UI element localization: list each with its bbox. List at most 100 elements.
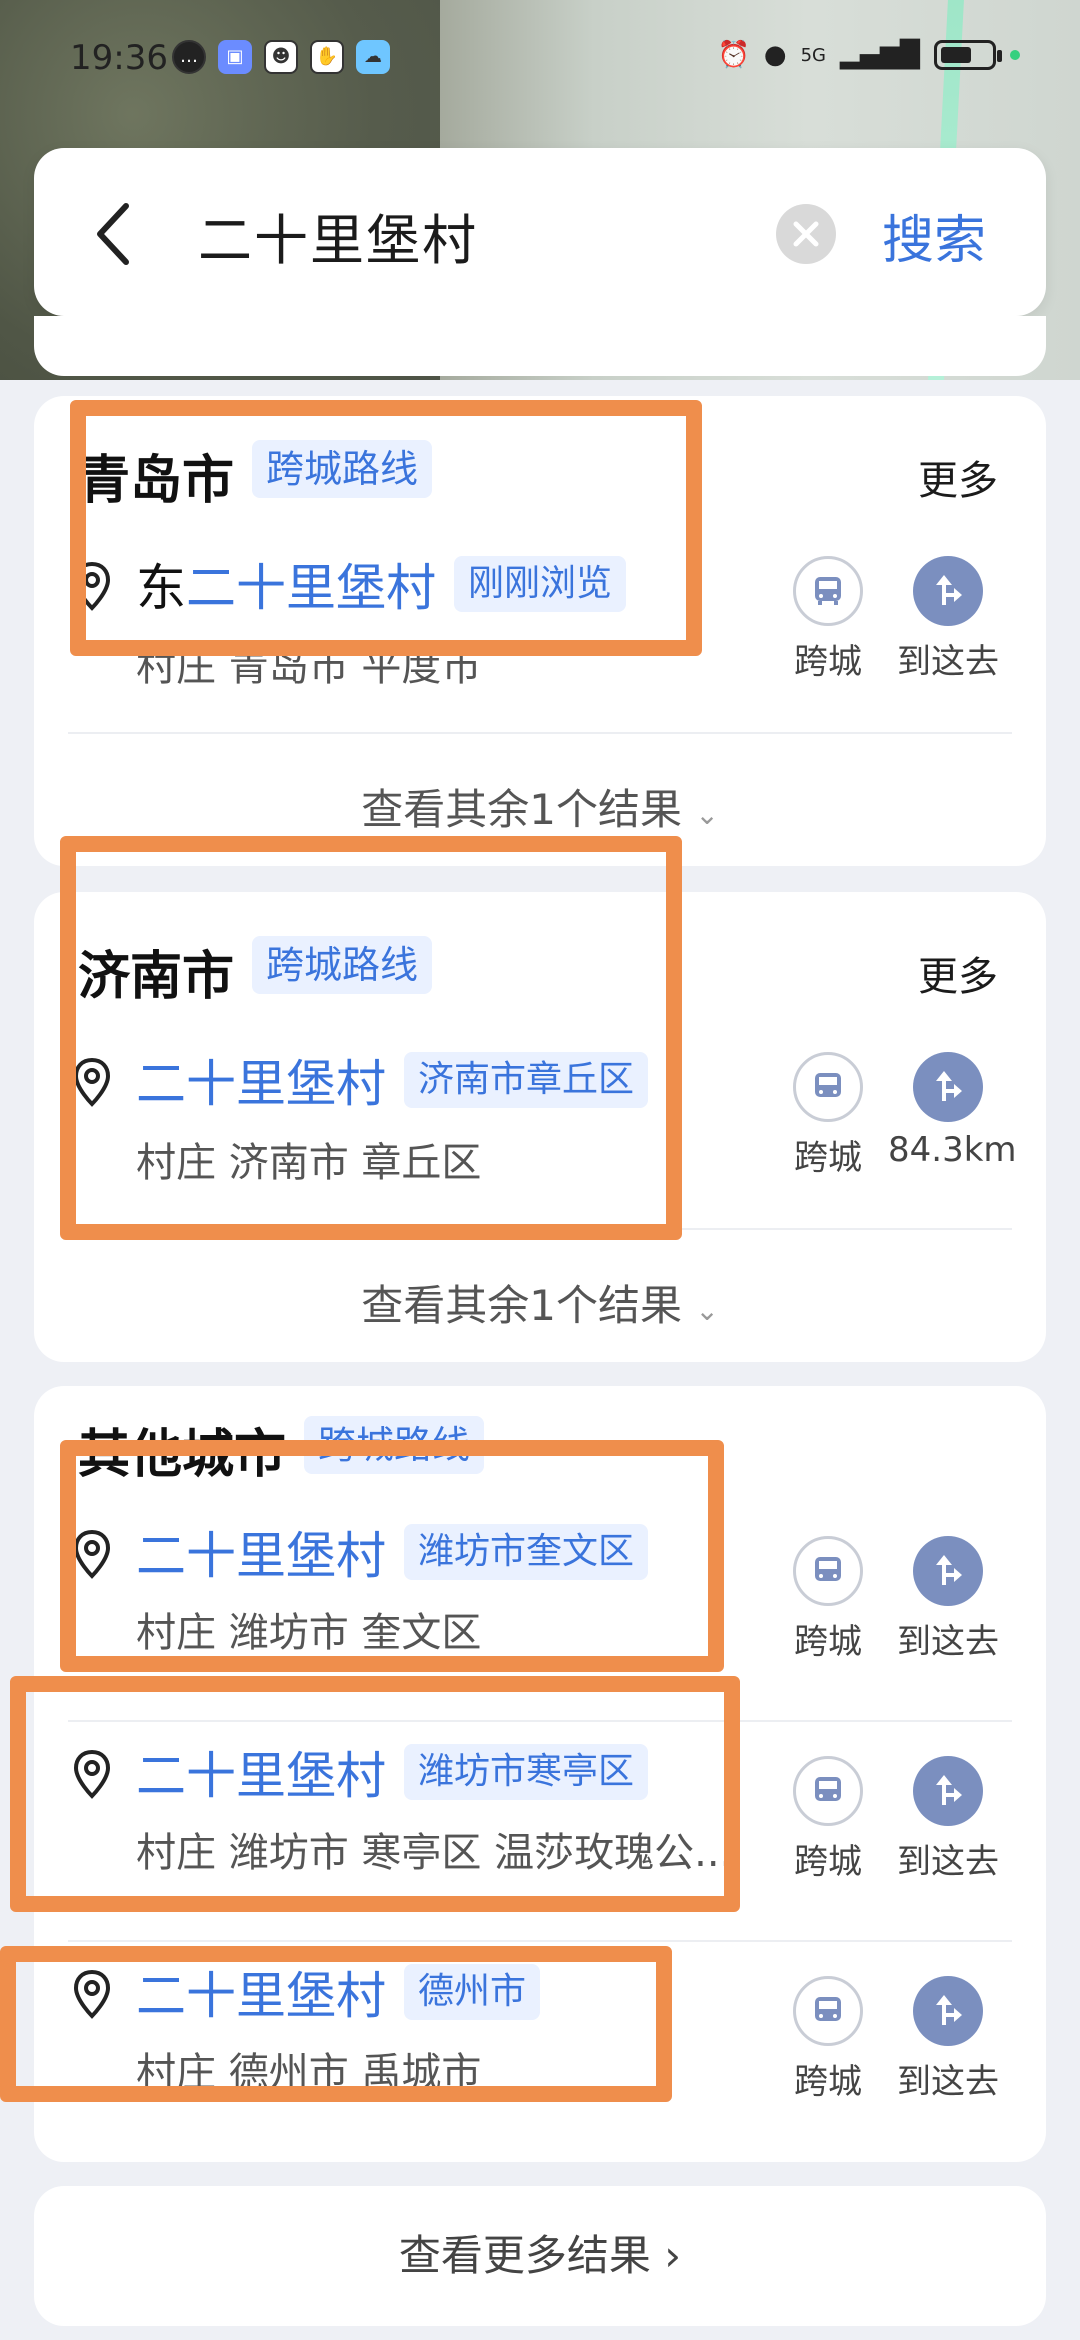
district-tag: 德州市 bbox=[404, 1964, 541, 2020]
location-pin-icon bbox=[73, 561, 111, 611]
expand-results-link[interactable]: 查看其余1个结果 ⌄ bbox=[34, 776, 1046, 837]
go-here-label: 到这去 bbox=[897, 642, 999, 682]
chevron-down-icon: ⌄ bbox=[695, 798, 719, 831]
title-main: 二十里堡村 bbox=[186, 559, 436, 617]
district-tag: 潍坊市奎文区 bbox=[404, 1524, 649, 1580]
more-link[interactable]: 更多 bbox=[918, 448, 998, 506]
group-header: 青岛市 跨城路线 更多 bbox=[34, 396, 1046, 516]
result-subtitle: 村庄 潍坊市 奎文区 bbox=[136, 1610, 482, 1656]
city-name: 青岛市 bbox=[78, 451, 235, 511]
back-arrow-icon[interactable] bbox=[80, 194, 150, 274]
message-icon: … bbox=[172, 40, 206, 74]
cross-city-label: 跨城 bbox=[794, 1138, 862, 1178]
close-icon bbox=[793, 221, 819, 247]
result-subtitle: 村庄 青岛市 平度市 bbox=[136, 644, 482, 690]
result-subtitle: 村庄 德州市 禹城市 bbox=[136, 2050, 482, 2096]
list-item[interactable]: 二十里堡村 德州市 村庄 德州市 禹城市 跨城 到这去 bbox=[34, 1922, 1046, 2142]
go-here-label: 到这去 bbox=[897, 1842, 999, 1882]
more-link[interactable]: 更多 bbox=[918, 944, 998, 1002]
result-title-row: 二十里堡村 潍坊市奎文区 bbox=[136, 1516, 649, 1588]
group-qingdao: 青岛市 跨城路线 更多 东二十里堡村 刚刚浏览 村庄 青岛市 平度市 跨城 到这… bbox=[34, 396, 1046, 866]
group-jinan: 济南市 跨城路线 更多 二十里堡村 济南市章丘区 村庄 济南市 章丘区 跨城 8… bbox=[34, 892, 1046, 1362]
city-name: 其他城市 bbox=[78, 1425, 287, 1485]
district-tag: 济南市章丘区 bbox=[404, 1052, 649, 1108]
district-tag: 潍坊市寒亭区 bbox=[404, 1744, 649, 1800]
bus-icon bbox=[793, 1536, 863, 1606]
weather-icon: ☁ bbox=[356, 40, 390, 74]
go-here-button[interactable]: 到这去 bbox=[888, 1976, 1008, 2103]
result-title-row: 二十里堡村 德州市 bbox=[136, 1956, 541, 2028]
cross-city-label: 跨城 bbox=[794, 642, 862, 682]
network-label: 5G bbox=[800, 44, 827, 66]
cross-city-button[interactable]: 跨城 bbox=[768, 1756, 888, 1883]
expand-results-link[interactable]: 查看其余1个结果 ⌄ bbox=[34, 1272, 1046, 1333]
more-results-button[interactable]: 查看更多结果 › bbox=[34, 2186, 1046, 2326]
cross-city-label: 跨城 bbox=[794, 1622, 862, 1662]
cross-city-button[interactable]: 跨城 bbox=[768, 1976, 888, 2103]
notification-icons: … ▣ ☻ ✋ ☁ bbox=[172, 40, 390, 74]
result-title: 二十里堡村 bbox=[136, 1055, 386, 1113]
search-input[interactable]: 二十里堡村 bbox=[198, 196, 478, 275]
clear-input-icon[interactable] bbox=[776, 204, 836, 264]
cross-city-button[interactable]: 跨城 bbox=[768, 1052, 888, 1179]
result-subtitle: 村庄 济南市 章丘区 bbox=[136, 1140, 482, 1186]
location-pin-icon bbox=[73, 1529, 111, 1579]
cross-city-route-tag[interactable]: 跨城路线 bbox=[252, 440, 433, 498]
map-search-results-screen: 19:36 … ▣ ☻ ✋ ☁ ⏰ ● 5G ▂▄▆█ 二十里堡村 搜索 青岛市… bbox=[0, 0, 1080, 2340]
list-item[interactable]: 东二十里堡村 刚刚浏览 村庄 青岛市 平度市 跨城 到这去 bbox=[34, 516, 1046, 736]
cross-city-button[interactable]: 跨城 bbox=[768, 556, 888, 683]
chevron-down-icon: ⌄ bbox=[695, 1294, 719, 1327]
status-time: 19:36 bbox=[70, 38, 168, 78]
go-here-button[interactable]: 到这去 bbox=[888, 556, 1008, 683]
go-here-button[interactable]: 到这去 bbox=[888, 1756, 1008, 1883]
distance-label: 84.3km bbox=[888, 1130, 1017, 1170]
result-title: 东二十里堡村 bbox=[136, 548, 436, 620]
search-button[interactable]: 搜索 bbox=[882, 198, 986, 273]
group-header: 济南市 跨城路线 更多 bbox=[34, 892, 1046, 1012]
result-title: 二十里堡村 bbox=[136, 1527, 386, 1585]
previous-card-edge bbox=[34, 316, 1046, 376]
store-icon: ▣ bbox=[218, 40, 252, 74]
battery-icon bbox=[934, 40, 1002, 70]
turn-arrow-icon bbox=[913, 1536, 983, 1606]
result-subtitle: 村庄 潍坊市 寒亭区 温莎玫瑰公... bbox=[136, 1830, 733, 1876]
bus-icon bbox=[793, 1976, 863, 2046]
list-item[interactable]: 二十里堡村 潍坊市奎文区 村庄 潍坊市 奎文区 跨城 到这去 bbox=[34, 1482, 1046, 1702]
divider bbox=[68, 732, 1012, 734]
app-icon: ☻ bbox=[264, 40, 298, 74]
go-here-label: 到这去 bbox=[897, 1622, 999, 1662]
result-title-row: 二十里堡村 济南市章丘区 bbox=[136, 1044, 649, 1116]
list-item[interactable]: 二十里堡村 济南市章丘区 村庄 济南市 章丘区 跨城 84.3km bbox=[34, 1012, 1046, 1232]
cross-city-route-tag[interactable]: 跨城路线 bbox=[304, 1416, 485, 1474]
location-pin-icon bbox=[73, 1749, 111, 1799]
result-title: 二十里堡村 bbox=[136, 1967, 386, 2025]
hand-icon: ✋ bbox=[310, 40, 344, 74]
expand-label: 查看其余1个结果 bbox=[361, 785, 682, 834]
bus-icon bbox=[793, 556, 863, 626]
cross-city-label: 跨城 bbox=[794, 2062, 862, 2102]
list-item[interactable]: 二十里堡村 潍坊市寒亭区 村庄 潍坊市 寒亭区 温莎玫瑰公... 跨城 到这去 bbox=[34, 1702, 1046, 1922]
signal-icon: ▂▄▆█ bbox=[840, 40, 920, 70]
group-other-cities: 其他城市 跨城路线 二十里堡村 潍坊市奎文区 村庄 潍坊市 奎文区 跨城 到这去… bbox=[34, 1386, 1046, 2162]
location-icon: ● bbox=[763, 40, 787, 70]
turn-arrow-icon bbox=[913, 1756, 983, 1826]
result-title: 二十里堡村 bbox=[136, 1747, 386, 1805]
cross-city-button[interactable]: 跨城 bbox=[768, 1536, 888, 1663]
system-icons: ⏰ ● 5G ▂▄▆█ bbox=[718, 40, 1020, 70]
status-bar: 19:36 … ▣ ☻ ✋ ☁ ⏰ ● 5G ▂▄▆█ bbox=[0, 0, 1080, 120]
search-bar: 二十里堡村 搜索 bbox=[34, 148, 1046, 316]
turn-arrow-icon bbox=[913, 556, 983, 626]
go-here-label: 到这去 bbox=[897, 2062, 999, 2102]
go-here-button[interactable]: 到这去 bbox=[888, 1536, 1008, 1663]
bus-icon bbox=[793, 1052, 863, 1122]
turn-arrow-icon bbox=[913, 1052, 983, 1122]
location-pin-icon bbox=[73, 1969, 111, 2019]
result-title-row: 二十里堡村 潍坊市寒亭区 bbox=[136, 1736, 649, 1808]
recently-viewed-tag: 刚刚浏览 bbox=[454, 556, 627, 612]
alarm-icon: ⏰ bbox=[717, 40, 750, 70]
distance-button[interactable]: 84.3km bbox=[888, 1052, 1017, 1170]
title-prefix: 东 bbox=[136, 559, 186, 617]
city-name: 济南市 bbox=[78, 947, 235, 1007]
cross-city-route-tag[interactable]: 跨城路线 bbox=[252, 936, 433, 994]
expand-label: 查看其余1个结果 bbox=[361, 1281, 682, 1330]
